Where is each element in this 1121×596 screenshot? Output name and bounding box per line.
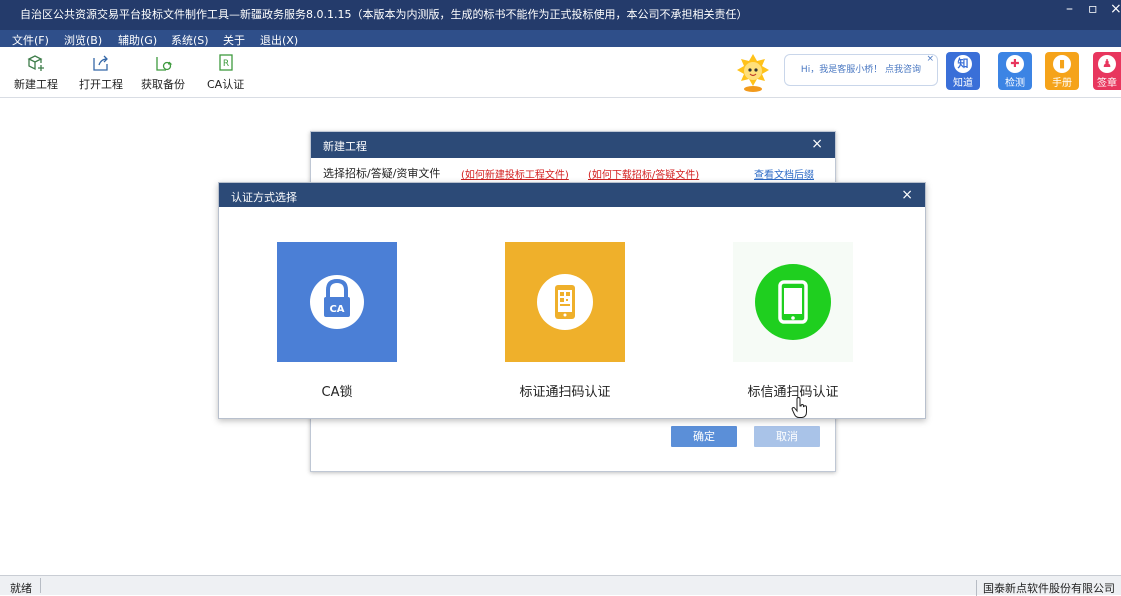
- biaoxintong-phone-icon: [755, 264, 831, 340]
- open-project-icon: [93, 55, 108, 71]
- auth-method-dialog: 认证方式选择 × CA CA锁 标证通扫码认证 标信通扫码认证: [218, 182, 926, 419]
- ca-lock-label[interactable]: CA锁: [277, 381, 397, 400]
- signature-icon: ♟: [1098, 55, 1116, 73]
- new-project-button[interactable]: 新建工程: [14, 53, 58, 92]
- manual-button[interactable]: ▮ 手册: [1045, 52, 1079, 90]
- knowledge-icon: 知: [954, 55, 972, 73]
- title-bar: 自治区公共资源交易平台投标文件制作工具—新疆政务服务8.0.1.15（本版本为内…: [0, 0, 1121, 30]
- new-project-icon: [27, 55, 44, 71]
- svg-text:R: R: [222, 59, 228, 69]
- assistant-text: Hi，我是客服小桥！ 点我咨询: [800, 65, 922, 75]
- biaozhengtong-qr-icon: [537, 274, 593, 330]
- ca-auth-button[interactable]: R CA认证: [207, 53, 244, 92]
- auth-dialog-close-icon[interactable]: ×: [901, 187, 913, 203]
- shield-icon: ✚: [1006, 55, 1024, 73]
- view-suffix-link[interactable]: 查看文档后缀: [754, 166, 814, 181]
- close-window-button[interactable]: ×: [1110, 1, 1121, 17]
- new-project-dialog-title: 新建工程: [323, 140, 367, 153]
- book-icon: ▮: [1053, 55, 1071, 73]
- new-project-dialog-close-icon[interactable]: ×: [811, 136, 823, 152]
- menu-assist[interactable]: 辅助(G): [118, 32, 157, 48]
- manual-label: 手册: [1052, 78, 1072, 89]
- knowledge-button[interactable]: 知 知道: [946, 52, 980, 90]
- how-to-create-link[interactable]: (如何新建投标工程文件): [461, 166, 569, 181]
- window-title: 自治区公共资源交易平台投标文件制作工具—新疆政务服务8.0.1.15（本版本为内…: [20, 8, 748, 21]
- signature-label: 签章: [1097, 78, 1117, 89]
- new-project-dialog-header: 新建工程 ×: [311, 132, 835, 158]
- detect-button[interactable]: ✚ 检测: [998, 52, 1032, 90]
- new-project-label: 新建工程: [14, 78, 58, 91]
- toolbar: 新建工程 打开工程 获取备份 R CA认证 Hi，我是客服小桥！ 点我咨询 × …: [0, 47, 1121, 98]
- minimize-button[interactable]: –: [1066, 1, 1073, 17]
- assistant-close-icon[interactable]: ×: [926, 44, 934, 74]
- ca-cert-icon: R: [218, 54, 233, 71]
- menu-system[interactable]: 系统(S): [171, 32, 209, 48]
- biaoxintong-option[interactable]: [733, 242, 853, 362]
- menu-browse[interactable]: 浏览(B): [64, 32, 102, 48]
- choose-file-row: 选择招标/答疑/资审文件: [323, 165, 440, 181]
- ca-lock-icon: CA: [310, 275, 364, 329]
- ca-badge-text: CA: [329, 304, 344, 315]
- knowledge-label: 知道: [953, 78, 973, 89]
- status-bar: 就绪 国泰新点软件股份有限公司: [0, 575, 1121, 596]
- hand-cursor-icon: [791, 397, 807, 418]
- status-separator: [40, 578, 41, 593]
- get-backup-button[interactable]: 获取备份: [141, 53, 185, 92]
- menu-about[interactable]: 关于: [223, 32, 245, 48]
- confirm-button[interactable]: 确定: [671, 426, 737, 447]
- get-backup-label: 获取备份: [141, 78, 185, 91]
- backup-icon: [156, 57, 173, 71]
- choose-file-label: 选择招标/答疑/资审文件: [323, 167, 441, 180]
- assistant-bubble[interactable]: Hi，我是客服小桥！ 点我咨询 ×: [784, 54, 938, 86]
- assistant-mascot-icon[interactable]: [731, 51, 775, 93]
- how-to-download-link[interactable]: (如何下载招标/答疑文件): [588, 166, 699, 181]
- signature-button[interactable]: ♟ 签章: [1093, 52, 1121, 90]
- menu-exit[interactable]: 退出(X): [260, 32, 298, 48]
- biaozhengtong-label[interactable]: 标证通扫码认证: [505, 381, 625, 400]
- ca-lock-option[interactable]: CA: [277, 242, 397, 362]
- detect-label: 检测: [1005, 78, 1025, 89]
- open-project-label: 打开工程: [79, 78, 123, 91]
- auth-dialog-header: 认证方式选择 ×: [219, 183, 925, 207]
- cancel-button[interactable]: 取消: [754, 426, 820, 447]
- menu-bar: 文件(F) 浏览(B) 辅助(G) 系统(S) 关于 退出(X): [0, 30, 1121, 47]
- auth-dialog-title: 认证方式选择: [231, 191, 297, 204]
- biaozhengtong-option[interactable]: [505, 242, 625, 362]
- restore-button[interactable]: ▫: [1088, 1, 1098, 17]
- ca-auth-label: CA认证: [207, 78, 245, 91]
- menu-file[interactable]: 文件(F): [12, 32, 49, 48]
- open-project-button[interactable]: 打开工程: [79, 53, 123, 92]
